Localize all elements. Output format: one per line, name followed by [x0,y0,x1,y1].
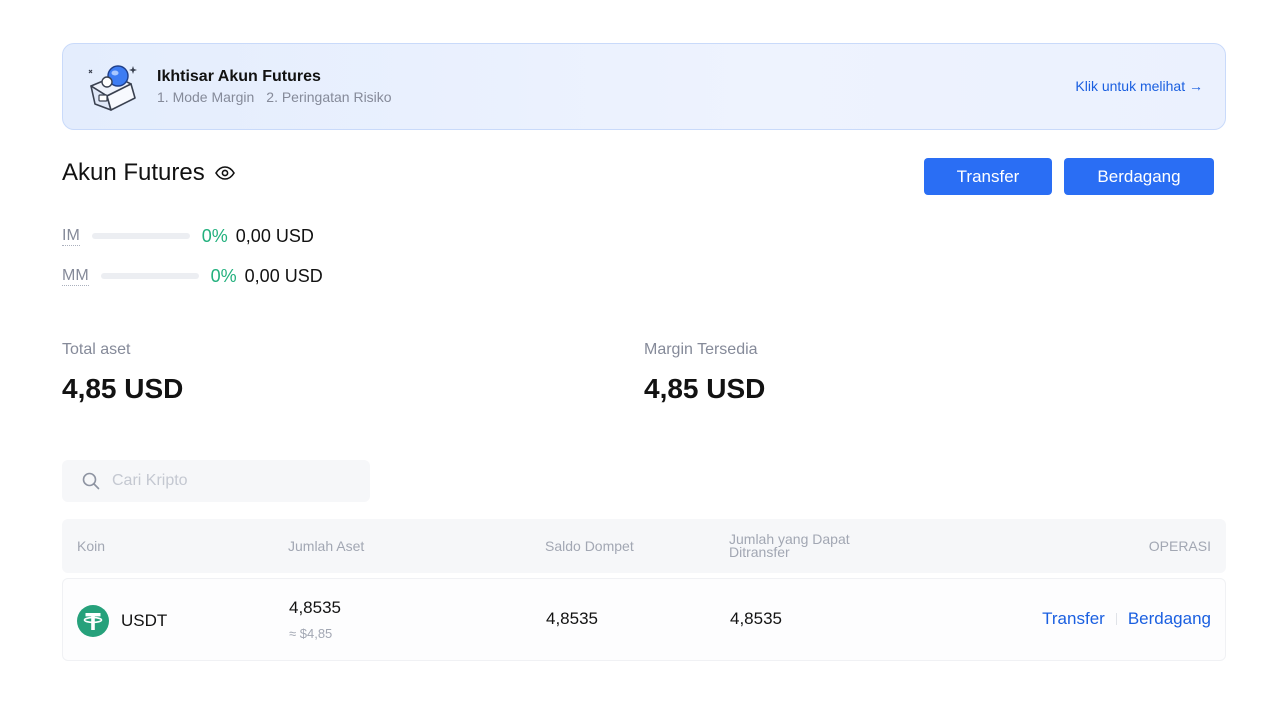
total-assets-label: Total aset [62,341,131,358]
im-row: IM 0% 0,00 USD [62,225,314,247]
header-asset-amount: Jumlah Aset [288,538,365,554]
banner-item-margin-mode: 1. Mode Margin [157,89,255,105]
banner-subtitle: 1. Mode Margin 2. Peringatan Risiko [157,89,392,105]
asset-amount-usd: ≈ $4,85 [289,626,333,641]
search-input[interactable] [112,472,352,490]
header-coin: Koin [77,538,106,554]
transfer-button[interactable]: Transfer [924,158,1052,195]
banner-title: Ikhtisar Akun Futures [157,68,321,85]
table-header: Koin Jumlah Aset Saldo Dompet Jumlah yan… [62,519,1226,573]
mm-row: MM 0% 0,00 USD [62,265,323,287]
account-illustration-icon [88,65,137,111]
asset-amount: 4,8535 [289,598,341,617]
im-value: 0,00 USD [235,225,314,246]
trade-button[interactable]: Berdagang [1064,158,1214,195]
row-transfer-link[interactable]: Transfer [1042,609,1105,629]
table-row: USDT 4,8535 ≈ $4,85 4,8535 4,8535 Transf… [62,578,1226,661]
banner-item-risk-warning: 2. Peringatan Risiko [266,89,392,105]
page-title: Akun Futures [62,159,235,187]
operation-divider [1115,613,1117,625]
operation-cell: Transfer Berdagang [1042,609,1211,629]
header-operation: OPERASI [1148,538,1211,554]
wallet-balance: 4,8535 [546,609,598,628]
available-margin-value: 4,85 USD [644,373,766,404]
eye-icon[interactable] [214,166,235,180]
banner-view-link[interactable]: Klik untuk melihat → [1075,78,1203,94]
usdt-icon [77,605,109,637]
im-label[interactable]: IM [62,227,80,246]
available-margin-label: Margin Tersedia [644,341,758,358]
page-title-text: Akun Futures [62,159,205,186]
header-transferable-line2: Ditransfer [729,544,790,560]
transferable-amount: 4,8535 [730,609,782,628]
overview-banner[interactable]: Ikhtisar Akun Futures 1. Mode Margin 2. P… [62,43,1226,130]
mm-value: 0,00 USD [244,265,323,286]
im-percent: 0% [201,225,228,246]
search-box[interactable] [62,460,370,502]
header-transferable: Jumlah yang Dapat Ditransfer [729,519,850,573]
coin-name: USDT [121,611,168,630]
total-assets-value: 4,85 USD [62,373,184,404]
coin-cell: USDT [77,605,167,637]
mm-label[interactable]: MM [62,267,89,286]
header-wallet-balance: Saldo Dompet [545,538,634,554]
mm-progress-bar [100,273,199,279]
mm-percent: 0% [210,265,237,286]
search-icon [82,472,100,490]
row-trade-link[interactable]: Berdagang [1128,609,1211,629]
im-progress-bar [91,233,190,239]
